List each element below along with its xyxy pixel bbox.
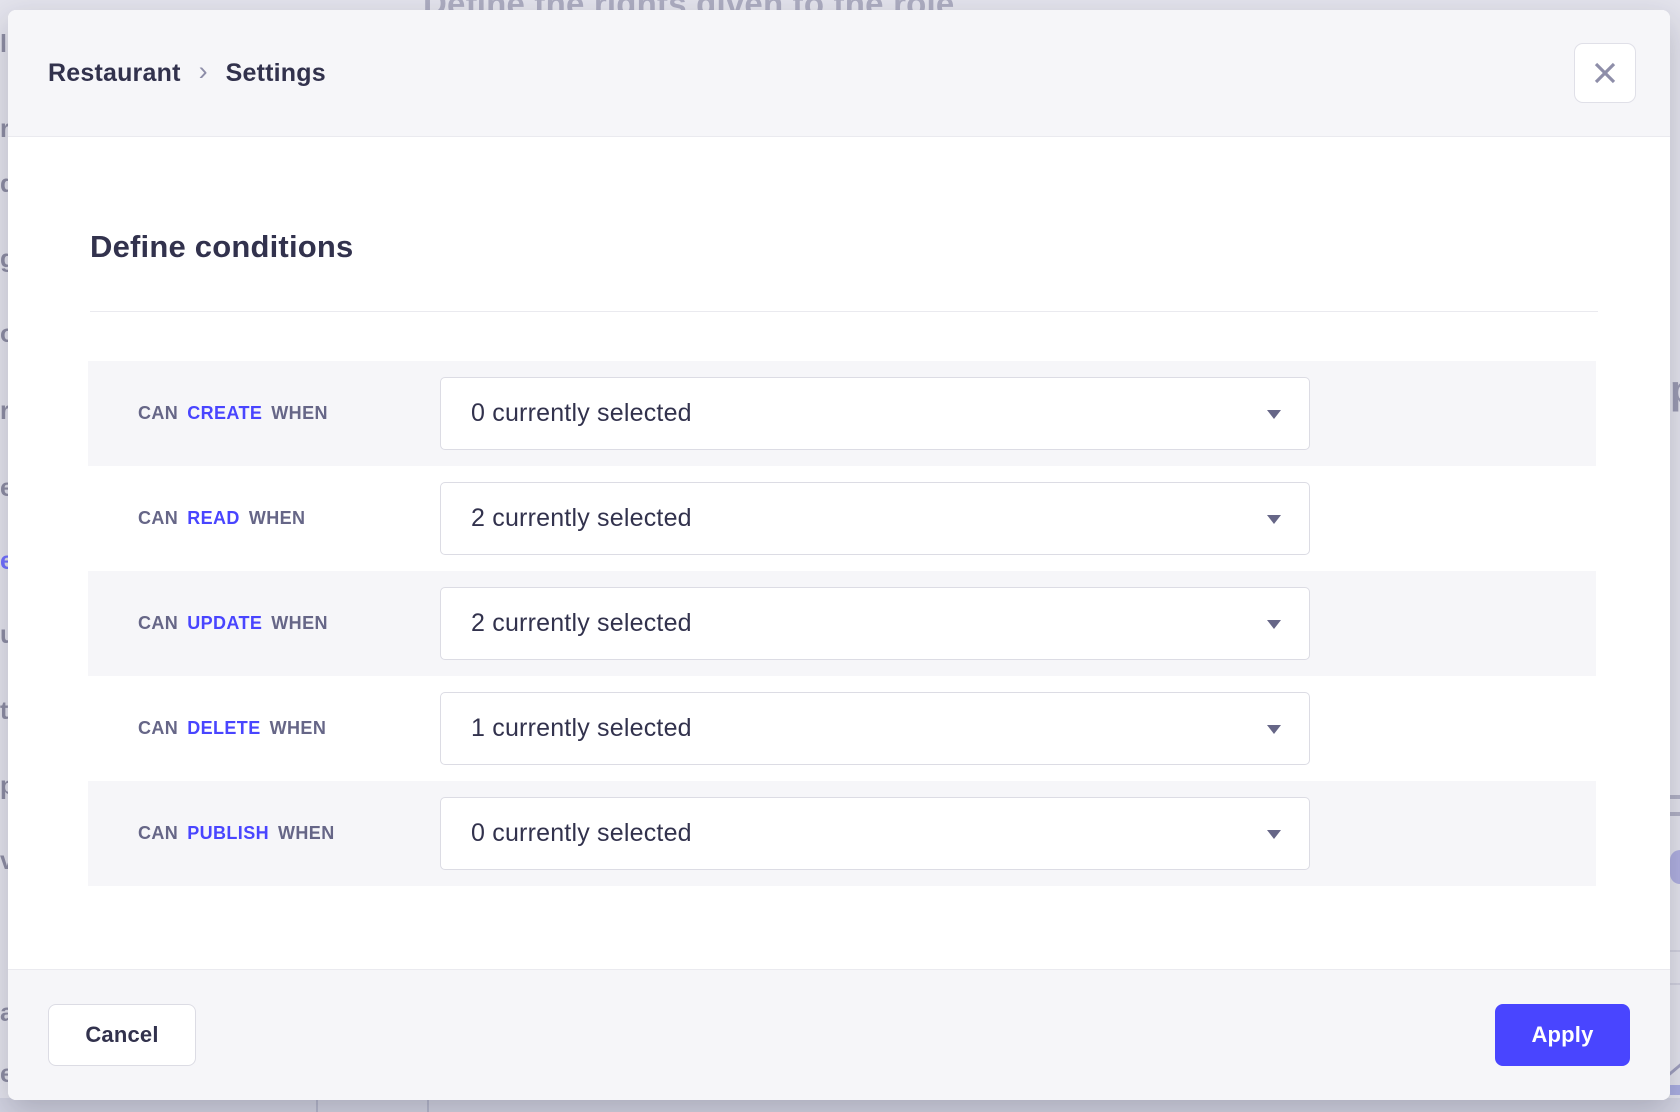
chevron-down-icon xyxy=(1267,725,1281,734)
modal-body: Define conditions CAN CREATE WHEN 0 curr… xyxy=(8,137,1670,969)
select-value: 0 currently selected xyxy=(441,399,692,428)
select-value: 0 currently selected xyxy=(441,819,692,848)
label-action: CREATE xyxy=(187,403,262,424)
chevron-down-icon xyxy=(1267,830,1281,839)
background-bottom-edge xyxy=(0,1098,1680,1112)
define-conditions-modal: Restaurant › Settings Define conditions … xyxy=(8,10,1670,1100)
condition-label: CAN PUBLISH WHEN xyxy=(138,781,335,886)
condition-row-create: CAN CREATE WHEN 0 currently selected xyxy=(88,361,1596,466)
label-action: DELETE xyxy=(187,718,260,739)
condition-row-update: CAN UPDATE WHEN 2 currently selected xyxy=(88,571,1596,676)
label-suffix: WHEN xyxy=(249,508,306,529)
read-conditions-select[interactable]: 2 currently selected xyxy=(440,482,1310,555)
background-button-fragment xyxy=(1670,850,1680,884)
delete-conditions-select[interactable]: 1 currently selected xyxy=(440,692,1310,765)
close-icon xyxy=(1592,60,1618,86)
page-title: Define conditions xyxy=(90,229,353,265)
conditions-table: CAN CREATE WHEN 0 currently selected CAN… xyxy=(88,361,1596,886)
divider xyxy=(90,311,1598,312)
condition-row-delete: CAN DELETE WHEN 1 currently selected xyxy=(88,676,1596,781)
label-prefix: CAN xyxy=(138,508,178,529)
background-pencil-icon-fragment xyxy=(1670,1063,1680,1077)
label-prefix: CAN xyxy=(138,403,178,424)
label-suffix: WHEN xyxy=(271,403,328,424)
cancel-button[interactable]: Cancel xyxy=(48,1004,196,1066)
update-conditions-select[interactable]: 2 currently selected xyxy=(440,587,1310,660)
chevron-right-icon: › xyxy=(199,58,208,89)
label-action: READ xyxy=(187,508,240,529)
label-suffix: WHEN xyxy=(271,613,328,634)
background-text-fragment: p xyxy=(1670,368,1680,413)
breadcrumb-item-restaurant[interactable]: Restaurant xyxy=(48,59,181,88)
create-conditions-select[interactable]: 0 currently selected xyxy=(440,377,1310,450)
condition-row-publish: CAN PUBLISH WHEN 0 currently selected xyxy=(88,781,1596,886)
label-suffix: WHEN xyxy=(270,718,327,739)
breadcrumb-item-settings[interactable]: Settings xyxy=(226,59,326,88)
select-value: 2 currently selected xyxy=(441,609,692,638)
chevron-down-icon xyxy=(1267,515,1281,524)
background-accent-fragment xyxy=(1670,1085,1680,1095)
background-text-fragment: l xyxy=(0,30,7,59)
label-suffix: WHEN xyxy=(278,823,335,844)
publish-conditions-select[interactable]: 0 currently selected xyxy=(440,797,1310,870)
label-action: PUBLISH xyxy=(187,823,269,844)
select-value: 1 currently selected xyxy=(441,714,692,743)
condition-label: CAN DELETE WHEN xyxy=(138,676,326,781)
select-value: 2 currently selected xyxy=(441,504,692,533)
background-right-edge: p xyxy=(1670,0,1680,1112)
label-prefix: CAN xyxy=(138,718,178,739)
condition-label: CAN READ WHEN xyxy=(138,466,305,571)
label-action: UPDATE xyxy=(187,613,262,634)
condition-label: CAN UPDATE WHEN xyxy=(138,571,328,676)
label-prefix: CAN xyxy=(138,823,178,844)
condition-row-read: CAN READ WHEN 2 currently selected xyxy=(88,466,1596,571)
chevron-down-icon xyxy=(1267,410,1281,419)
chevron-down-icon xyxy=(1267,620,1281,629)
apply-button[interactable]: Apply xyxy=(1495,1004,1630,1066)
condition-label: CAN CREATE WHEN xyxy=(138,361,328,466)
close-button[interactable] xyxy=(1574,43,1636,103)
label-prefix: CAN xyxy=(138,613,178,634)
modal-header: Restaurant › Settings xyxy=(8,10,1670,137)
modal-footer: Cancel Apply xyxy=(8,969,1670,1100)
breadcrumb: Restaurant › Settings xyxy=(48,58,326,89)
